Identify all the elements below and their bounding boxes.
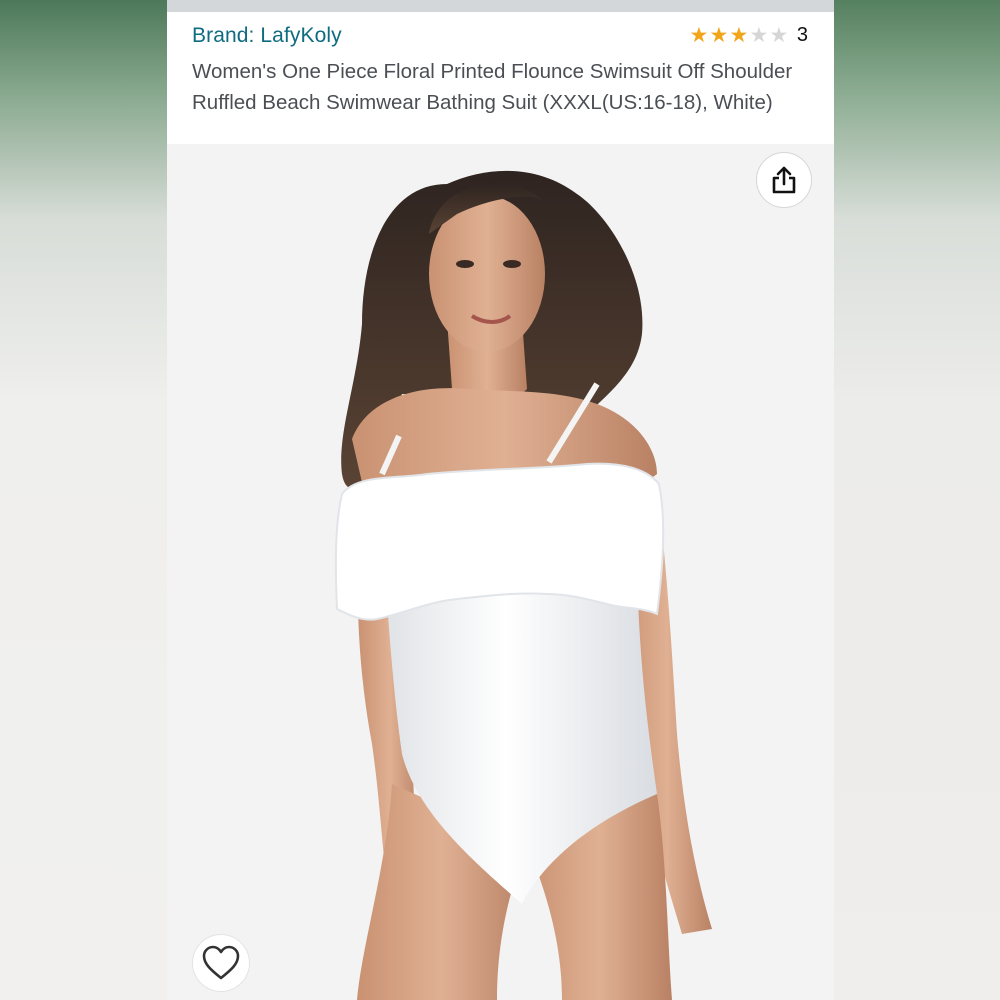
star-filled-icon: ★ (689, 24, 709, 47)
brand-link[interactable]: Brand: LafyKoly (192, 24, 342, 48)
product-photo (334, 170, 712, 1000)
top-divider (167, 0, 834, 12)
product-title: Women's One Piece Floral Printed Flounce… (192, 60, 793, 114)
blurred-background-right (834, 0, 1000, 1000)
star-empty-icon: ★ (749, 24, 769, 47)
star-rating: ★ ★ ★ ★ ★ (689, 25, 789, 46)
blurred-background-left (0, 0, 167, 1000)
product-screen: Brand: LafyKoly ★ ★ ★ ★ ★ 3 Women's One Piec… (167, 0, 834, 1000)
rating-summary[interactable]: ★ ★ ★ ★ ★ 3 (689, 24, 808, 47)
rating-count[interactable]: 3 (797, 24, 808, 47)
star-empty-icon: ★ (769, 24, 789, 47)
product-header: Brand: LafyKoly ★ ★ ★ ★ ★ 3 Women's One Piec… (167, 12, 834, 144)
share-button[interactable] (756, 152, 812, 208)
heart-icon (202, 945, 240, 980)
star-filled-icon: ★ (729, 24, 749, 47)
share-icon (772, 166, 796, 194)
favorite-button[interactable] (193, 935, 249, 991)
star-filled-icon: ★ (709, 24, 729, 47)
product-image[interactable] (167, 144, 834, 1000)
